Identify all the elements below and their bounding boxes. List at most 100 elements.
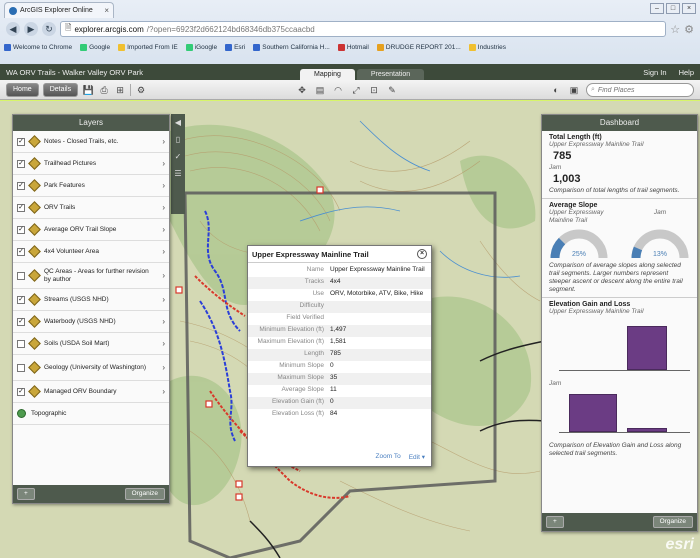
layer-visibility-checkbox[interactable]: ✓ <box>17 137 25 146</box>
add-layer-button[interactable]: + <box>17 488 35 500</box>
find-places-search[interactable]: ⌕ <box>586 83 694 97</box>
close-icon[interactable]: × <box>417 249 427 259</box>
measure-icon[interactable]: ◠ <box>332 84 344 96</box>
layer-item[interactable]: ✓ Notes - Closed Trails, etc. › <box>13 131 169 153</box>
elevation-title: Elevation Gain and Loss <box>549 301 631 308</box>
layers-tool-icon[interactable]: ▤ <box>314 84 326 96</box>
print-icon[interactable]: ⎙ <box>98 84 110 96</box>
bookmark-item[interactable]: Industries <box>468 43 506 51</box>
minimize-icon[interactable]: – <box>650 3 664 14</box>
navigate-icon[interactable]: ✥ <box>296 84 308 96</box>
zoom-extent-icon[interactable]: ⤢ <box>350 84 362 96</box>
address-field[interactable]: 🗎 explorer.arcgis.com/?open=6923f2d66212… <box>60 21 667 37</box>
layer-visibility-checkbox[interactable] <box>17 363 25 372</box>
layer-icon <box>28 223 41 236</box>
reload-icon[interactable]: ↻ <box>42 22 56 36</box>
search-input[interactable] <box>597 86 688 94</box>
save-icon[interactable]: 💾 <box>82 84 94 96</box>
back-icon[interactable]: ◀ <box>6 22 20 36</box>
list-icon[interactable]: ☰ <box>174 169 181 178</box>
field-name: Field Verified <box>286 314 324 321</box>
chevron-right-icon[interactable]: › <box>162 317 165 326</box>
settings-icon[interactable]: ⚙ <box>135 84 147 96</box>
close-window-icon[interactable]: × <box>682 3 696 14</box>
basemap-layer-item[interactable]: Topographic <box>13 403 169 425</box>
identify-icon[interactable]: ⊡ <box>368 84 380 96</box>
help-link[interactable]: Help <box>679 68 694 77</box>
layer-visibility-checkbox[interactable]: ✓ <box>17 247 25 256</box>
layer-item[interactable]: Geology (University of Washington) › <box>13 355 169 381</box>
layer-visibility-checkbox[interactable]: ✓ <box>17 159 25 168</box>
bookmark-item[interactable]: Imported From IE <box>118 43 178 51</box>
layer-visibility-checkbox[interactable]: ✓ <box>17 317 25 326</box>
details-button[interactable]: Details <box>42 82 79 97</box>
tab-mapping[interactable]: Mapping <box>300 69 355 80</box>
layer-item[interactable]: ✓ Park Features › <box>13 175 169 197</box>
layer-visibility-checkbox[interactable] <box>17 339 25 348</box>
bookmark-item[interactable]: Esri <box>225 43 245 51</box>
chevron-right-icon[interactable]: › <box>162 247 165 256</box>
layer-visibility-checkbox[interactable]: ✓ <box>17 387 25 396</box>
chevron-right-icon[interactable]: › <box>162 225 165 234</box>
bookmark-item[interactable]: Welcome to Chrome <box>4 43 72 51</box>
zoom-to-link[interactable]: Zoom To <box>376 453 401 461</box>
bookmarks-tool-icon[interactable]: ▣ <box>568 84 580 96</box>
chevron-right-icon[interactable]: › <box>162 363 165 372</box>
book-icon[interactable]: ▯ <box>176 135 180 144</box>
chevron-right-icon[interactable]: › <box>162 181 165 190</box>
bookmark-star-icon[interactable]: ☆ <box>670 23 680 36</box>
toolbar-divider <box>130 83 132 96</box>
organize-widgets-button[interactable]: Organize <box>652 516 693 528</box>
browser-tab-title: ArcGIS Explorer Online <box>20 7 93 14</box>
maximize-icon[interactable]: □ <box>666 3 680 14</box>
collapse-panel-icon[interactable]: ◀ <box>175 118 181 127</box>
layer-label: 4x4 Volunteer Area <box>44 247 99 255</box>
edit-link[interactable]: Edit ▾ <box>409 453 425 461</box>
bookmark-item[interactable]: Google <box>80 43 110 51</box>
bookmark-item[interactable]: DRUDGE REPORT 201... <box>376 43 461 51</box>
app-header: WA ORV Trails - Walker Valley ORV Park M… <box>0 64 700 80</box>
layer-item[interactable]: ✓ Average ORV Trail Slope › <box>13 219 169 241</box>
close-tab-icon[interactable]: × <box>104 6 109 15</box>
chevron-right-icon[interactable]: › <box>162 387 165 396</box>
home-button[interactable]: Home <box>6 82 39 97</box>
chevron-right-icon[interactable]: › <box>162 159 165 168</box>
bookmark-item[interactable]: Southern California H... <box>253 43 330 51</box>
chevron-right-icon[interactable]: › <box>162 295 165 304</box>
chevron-right-icon[interactable]: › <box>162 271 165 280</box>
check-icon[interactable]: ✓ <box>175 152 182 161</box>
field-value: ORV, Motorbike, ATV, Bike, Hike <box>330 290 424 297</box>
note-icon[interactable]: ✎ <box>386 84 398 96</box>
chevron-right-icon[interactable]: › <box>162 339 165 348</box>
layer-visibility-checkbox[interactable]: ✓ <box>17 181 25 190</box>
organize-layers-button[interactable]: Organize <box>124 488 165 500</box>
tab-presentation[interactable]: Presentation <box>356 69 425 80</box>
sign-in-link[interactable]: Sign In <box>643 68 666 77</box>
layer-item[interactable]: ✓ ORV Trails › <box>13 197 169 219</box>
layer-item[interactable]: ✓ Waterbody (USGS NHD) › <box>13 311 169 333</box>
layer-visibility-checkbox[interactable]: ✓ <box>17 203 25 212</box>
wrench-icon[interactable]: ⚙ <box>684 23 694 36</box>
layer-item[interactable]: QC Areas - Areas for further revision by… <box>13 263 169 289</box>
field-name: Maximum Slope <box>277 374 324 381</box>
chevron-right-icon[interactable]: › <box>162 203 165 212</box>
bookmark-item[interactable]: iGoogle <box>185 43 217 51</box>
layer-visibility-checkbox[interactable]: ✓ <box>17 295 25 304</box>
basemap-icon[interactable]: ◐ <box>550 84 562 96</box>
igoogle-icon <box>185 43 193 51</box>
browser-tab[interactable]: ArcGIS Explorer Online × <box>4 2 114 18</box>
layer-item[interactable]: Soils (USDA Soil Mart) › <box>13 333 169 355</box>
layer-item[interactable]: ✓ Trailhead Pictures › <box>13 153 169 175</box>
layer-item[interactable]: ✓ 4x4 Volunteer Area › <box>13 241 169 263</box>
layer-item[interactable]: ✓ Streams (USGS NHD) › <box>13 289 169 311</box>
layer-item[interactable]: ✓ Managed ORV Boundary › <box>13 381 169 403</box>
share-icon[interactable]: ⊞ <box>114 84 126 96</box>
bookmark-item[interactable]: Hotmail <box>337 43 369 51</box>
add-widget-button[interactable]: + <box>546 516 564 528</box>
popup-field-row: Minimum Slope 0 <box>248 361 431 373</box>
layer-visibility-checkbox[interactable]: ✓ <box>17 225 25 234</box>
layer-visibility-checkbox[interactable] <box>17 271 25 280</box>
chevron-right-icon[interactable]: › <box>162 137 165 146</box>
forward-icon[interactable]: ▶ <box>24 22 38 36</box>
field-value <box>328 314 431 324</box>
